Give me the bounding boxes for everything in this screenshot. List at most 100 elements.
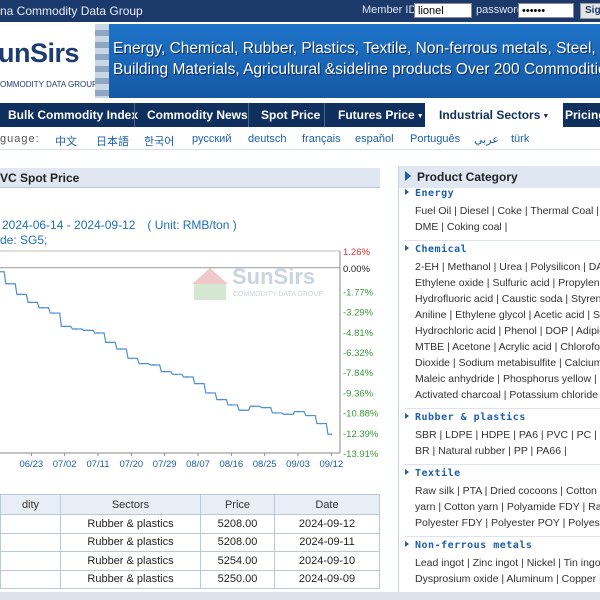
category-links[interactable]: SBR | LDPE | HDPE | PA6 | PVC | PC | bbox=[415, 429, 597, 441]
lang-spanish[interactable]: español bbox=[355, 133, 394, 145]
category-heading[interactable]: Rubber & plastics bbox=[405, 412, 526, 423]
data-point bbox=[119, 348, 122, 350]
member-id-input[interactable] bbox=[414, 3, 472, 18]
data-point bbox=[108, 341, 110, 344]
nav-divider bbox=[248, 103, 249, 127]
triangle-right-icon bbox=[405, 189, 409, 195]
category-heading[interactable]: Textile bbox=[405, 468, 461, 479]
category-links[interactable]: Hydrochloric acid | Phenol | DOP | Adipi… bbox=[415, 325, 600, 337]
category-links[interactable]: Raw silk | PTA | Dried cocoons | Cotton … bbox=[415, 485, 600, 497]
data-point bbox=[241, 409, 244, 412]
col-header-commodity: dity bbox=[0, 494, 61, 515]
x-tick-label: 09/12 bbox=[319, 459, 343, 470]
category-links[interactable]: Fuel Oil | Diesel | Coke | Thermal Coal … bbox=[415, 205, 599, 217]
cell-commodity bbox=[0, 532, 61, 552]
category-links[interactable]: DME | Coking coal | bbox=[415, 221, 507, 233]
top-bar: na Commodity Data Group Member ID: passw… bbox=[0, 0, 600, 22]
category-links[interactable]: BR | Natural rubber | PP | PA66 | bbox=[415, 445, 567, 457]
category-links[interactable]: Activated charcoal | Potassium chloride … bbox=[415, 389, 600, 401]
chevron-down-icon: ▼ bbox=[416, 113, 424, 120]
x-tick-label: 07/02 bbox=[53, 459, 77, 470]
nav-bulk-commodity-index[interactable]: Bulk Commodity Index bbox=[8, 103, 138, 127]
cell-commodity bbox=[0, 551, 61, 571]
nav-pricing[interactable]: Pricing bbox=[565, 103, 600, 127]
x-tick-label: 07/11 bbox=[86, 459, 109, 470]
table-row[interactable]: Rubber & plastics 5208.00 2024-09-11 bbox=[0, 532, 380, 552]
product-category-title: Product Category bbox=[417, 170, 518, 184]
col-header-date: Date bbox=[274, 494, 380, 515]
category-links[interactable]: 2-EH | Methanol | Urea | Polysilicon | D… bbox=[415, 261, 600, 273]
y-tick-label: -4.81% bbox=[343, 328, 374, 339]
cell-commodity bbox=[0, 514, 61, 534]
data-point bbox=[286, 413, 288, 416]
price-chart: SunSirs COMMODITY DATA GROUP 1.26% 0.00% -1.… bbox=[0, 247, 379, 470]
y-tick-label: -9.36% bbox=[343, 388, 374, 399]
site-title: na Commodity Data Group bbox=[0, 4, 143, 18]
data-point bbox=[219, 398, 222, 401]
language-label: guage: bbox=[0, 133, 40, 145]
x-tick-label: 08/25 bbox=[253, 459, 277, 470]
lang-french[interactable]: français bbox=[302, 133, 341, 145]
data-point bbox=[52, 312, 55, 314]
sunsirs-logo[interactable]: unSirs OMMODITY DATA GROUP bbox=[0, 36, 98, 96]
logo-tagline: OMMODITY DATA GROUP bbox=[0, 80, 98, 89]
y-tick-label: -7.84% bbox=[343, 368, 374, 379]
cell-price: 5208.00 bbox=[200, 532, 275, 552]
category-links[interactable]: Dysprosium oxide | Aluminum | Copper | bbox=[415, 573, 600, 585]
nav-spot-price[interactable]: Spot Price bbox=[261, 103, 320, 127]
lang-korean[interactable]: 한국어 bbox=[144, 133, 174, 149]
section-header: VC Spot Price bbox=[0, 168, 380, 188]
watermark-subtext: COMMODITY DATA GROUP bbox=[233, 291, 324, 298]
nav-commodity-news[interactable]: Commodity News bbox=[147, 103, 248, 127]
lang-japanese[interactable]: 日本語 bbox=[96, 133, 129, 149]
divider bbox=[405, 408, 600, 409]
data-point bbox=[74, 328, 77, 330]
data-point bbox=[308, 414, 310, 417]
taskbar-strip bbox=[0, 592, 600, 600]
category-heading[interactable]: Energy bbox=[405, 188, 454, 199]
header-banner: Energy, Chemical, Rubber, Plastics, Text… bbox=[95, 24, 600, 98]
nav-industrial-sectors[interactable]: Industrial Sectors ▼ bbox=[425, 103, 564, 127]
sign-in-button[interactable]: Sig bbox=[580, 3, 600, 19]
category-links[interactable]: yarn | Cotton yarn | Polyamide FDY | Ray bbox=[415, 501, 600, 513]
cell-sector: Rubber & plastics bbox=[60, 514, 201, 534]
category-links[interactable]: Hydrofluoric acid | Caustic soda | Styre… bbox=[415, 293, 600, 305]
password-input[interactable] bbox=[518, 3, 574, 18]
header: unSirs OMMODITY DATA GROUP Energy, Chemi… bbox=[0, 22, 600, 100]
data-point bbox=[197, 382, 199, 385]
cell-date: 2024-09-09 bbox=[274, 569, 380, 589]
table-row[interactable]: Rubber & plastics 5254.00 2024-09-10 bbox=[0, 551, 380, 571]
lang-turkish[interactable]: türk bbox=[511, 133, 529, 145]
table-row[interactable]: Rubber & plastics 5208.00 2024-09-12 bbox=[0, 514, 380, 534]
table-row[interactable]: Rubber & plastics 5250.00 2024-09-09 bbox=[0, 569, 380, 589]
data-point bbox=[208, 392, 210, 394]
category-links[interactable]: Lead ingot | Zinc ingot | Nickel | Tin i… bbox=[415, 557, 600, 569]
main-nav: Bulk Commodity Index Commodity News Spot… bbox=[0, 103, 600, 127]
lang-portuguese[interactable]: Português bbox=[410, 133, 460, 145]
data-point bbox=[19, 293, 22, 296]
data-point bbox=[63, 325, 66, 328]
x-tick-label: 08/07 bbox=[186, 459, 210, 470]
category-links[interactable]: Polyester FDY | Polyester POY | Polyeste bbox=[415, 517, 600, 529]
category-name: Energy bbox=[415, 188, 455, 199]
lang-german[interactable]: deutsch bbox=[248, 133, 287, 145]
category-name: Non-ferrous metals bbox=[415, 540, 533, 551]
lang-arabic[interactable]: عربي bbox=[474, 133, 499, 146]
category-links[interactable]: Dioxide | Sodium metabisulfite | Calcium… bbox=[415, 357, 600, 369]
category-links[interactable]: Aniline | Ethylene glycol | Acetic acid … bbox=[415, 309, 600, 321]
table-header-row: dity Sectors Price Date bbox=[0, 494, 380, 515]
cell-sector: Rubber & plastics bbox=[60, 551, 201, 571]
category-name: Rubber & plastics bbox=[415, 412, 526, 423]
nav-futures-price-label: Futures Price bbox=[338, 108, 415, 122]
category-links[interactable]: MTBE | Acetone | Acrylic acid | Chlorofo… bbox=[415, 341, 600, 353]
category-links[interactable]: Ethylene oxide | Sulfuric acid | Propyle… bbox=[415, 277, 600, 289]
lang-chinese[interactable]: 中文 bbox=[55, 133, 77, 149]
data-point bbox=[97, 332, 99, 334]
triangle-right-icon bbox=[405, 413, 409, 419]
category-heading[interactable]: Chemical bbox=[405, 244, 467, 255]
category-links[interactable]: Maleic anhydride | Phosphorus yellow | N… bbox=[415, 373, 600, 385]
nav-futures-price[interactable]: Futures Price ▼ bbox=[338, 103, 424, 127]
lang-russian[interactable]: русский bbox=[192, 133, 231, 145]
y-tick-label: -10.88% bbox=[343, 409, 379, 420]
category-heading[interactable]: Non-ferrous metals bbox=[405, 540, 532, 551]
